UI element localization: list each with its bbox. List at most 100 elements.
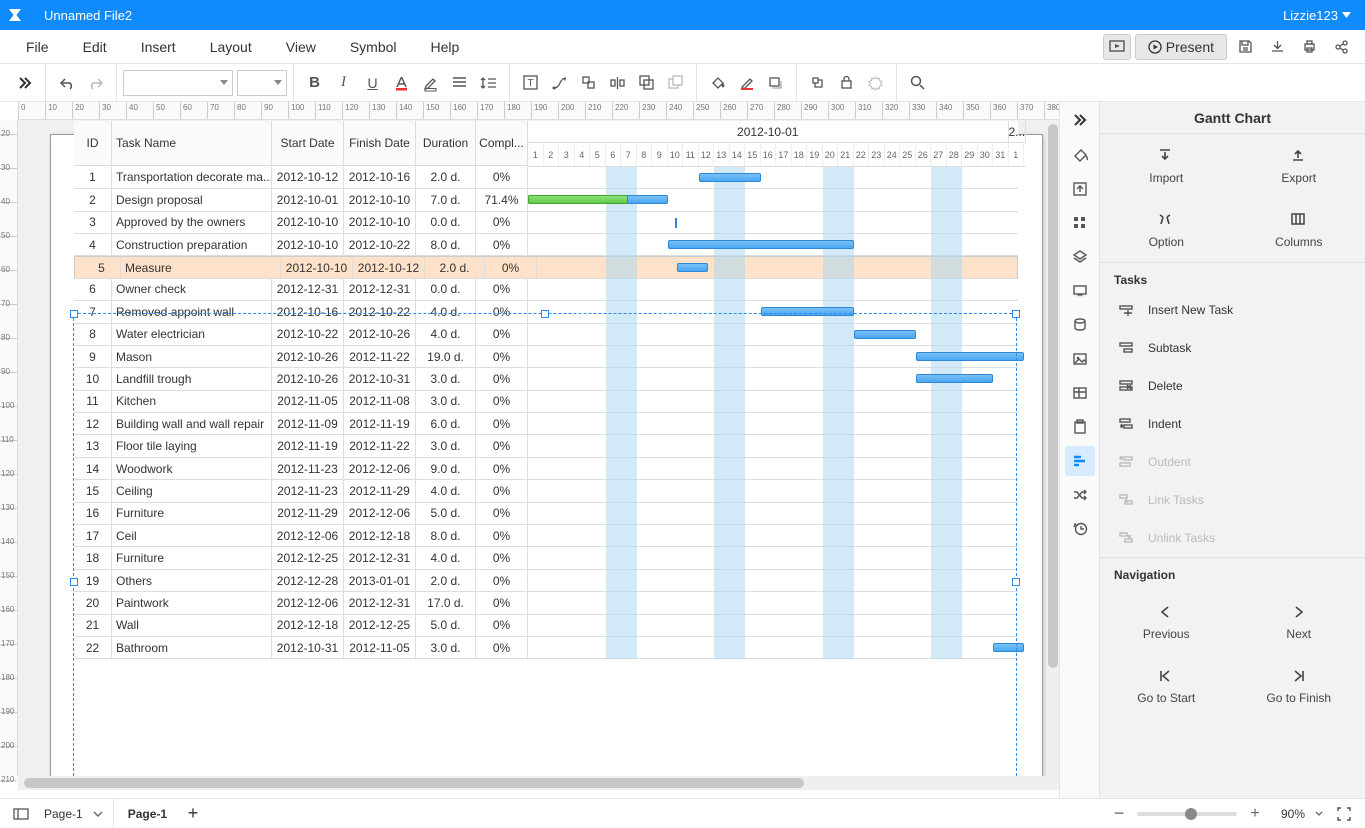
present-button[interactable]: Present (1135, 34, 1227, 60)
menu-view[interactable]: View (274, 35, 328, 59)
gantt-row[interactable]: 14Woodwork2012-11-232012-12-069.0 d.0% (74, 458, 1018, 480)
export-icon[interactable] (1065, 174, 1095, 204)
gantt-row[interactable]: 21Wall2012-12-182012-12-255.0 d.0% (74, 615, 1018, 637)
rp-import[interactable]: Import (1100, 134, 1233, 198)
table-icon[interactable] (1065, 378, 1095, 408)
gantt-row[interactable]: 11Kitchen2012-11-052012-11-083.0 d.0% (74, 391, 1018, 413)
rp-previous[interactable]: Previous (1100, 590, 1233, 654)
gantt-row[interactable]: 5Measure2012-10-102012-10-122.0 d.0% (74, 256, 1018, 278)
gantt-col-header[interactable]: Finish Date (344, 121, 416, 166)
gantt-col-header[interactable]: Duration (416, 121, 476, 166)
layers-icon[interactable] (1065, 242, 1095, 272)
gantt-row[interactable]: 16Furniture2012-11-292012-12-065.0 d.0% (74, 503, 1018, 525)
rp-insert-task[interactable]: Insert New Task (1100, 291, 1365, 329)
rp-next[interactable]: Next (1233, 590, 1365, 654)
gantt-col-header[interactable]: Compl... (476, 121, 528, 166)
gantt-row[interactable]: 10Landfill trough2012-10-262012-10-313.0… (74, 368, 1018, 390)
rp-go-finish[interactable]: Go to Finish (1233, 654, 1365, 718)
align-button[interactable] (445, 68, 474, 97)
gantt-col-header[interactable]: ID (74, 121, 112, 166)
page-list-button[interactable] (8, 799, 34, 828)
horizontal-scrollbar[interactable] (18, 776, 1059, 790)
gantt-row[interactable]: 22Bathroom2012-10-312012-11-053.0 d.0% (74, 637, 1018, 659)
shuffle-icon[interactable] (1065, 480, 1095, 510)
save-button[interactable] (1231, 34, 1259, 60)
image-icon[interactable] (1065, 344, 1095, 374)
underline-button[interactable]: U (358, 68, 387, 97)
rp-option[interactable]: Option (1100, 198, 1233, 262)
textbox-button[interactable]: T (516, 68, 545, 97)
expand-rail-button[interactable] (1065, 108, 1095, 132)
font-size-select[interactable] (237, 70, 287, 96)
line-spacing-button[interactable] (474, 68, 503, 97)
bold-button[interactable]: B (300, 68, 329, 97)
page-tab[interactable]: Page-1 (114, 807, 181, 821)
gantt-row[interactable]: 7Removed appoint wall2012-10-162012-10-2… (74, 301, 1018, 323)
fill-icon[interactable] (1065, 140, 1095, 170)
gantt-row[interactable]: 20Paintwork2012-12-062012-12-3117.0 d.0% (74, 592, 1018, 614)
fullscreen-button[interactable] (1331, 799, 1357, 828)
gantt-icon[interactable] (1065, 446, 1095, 476)
lock-button[interactable] (832, 68, 861, 97)
zoom-in-button[interactable]: + (1245, 799, 1265, 828)
line-style-button[interactable] (732, 68, 761, 97)
gantt-col-header[interactable]: Task Name (112, 121, 272, 166)
connector-button[interactable] (545, 68, 574, 97)
page-selector[interactable]: Page-1 (34, 799, 114, 828)
rp-subtask[interactable]: Subtask (1100, 329, 1365, 367)
zoom-slider[interactable] (1137, 812, 1237, 816)
gantt-row[interactable]: 15Ceiling2012-11-232012-11-294.0 d.0% (74, 480, 1018, 502)
distribute-button[interactable] (603, 68, 632, 97)
gantt-chart[interactable]: IDTask NameStart DateFinish DateDuration… (74, 121, 1018, 659)
gantt-row[interactable]: 18Furniture2012-12-252012-12-314.0 d.0% (74, 547, 1018, 569)
gantt-col-header[interactable]: Start Date (272, 121, 344, 166)
rp-go-start[interactable]: Go to Start (1100, 654, 1233, 718)
gantt-row[interactable]: 19Others2012-12-282013-01-012.0 d.0% (74, 570, 1018, 592)
menu-insert[interactable]: Insert (129, 35, 188, 59)
download-button[interactable] (1263, 34, 1291, 60)
undo-button[interactable] (52, 68, 81, 97)
gantt-row[interactable]: 2Design proposal2012-10-012012-10-107.0 … (74, 189, 1018, 211)
gantt-row[interactable]: 6Owner check2012-12-312012-12-310.0 d.0% (74, 279, 1018, 301)
align-objects-button[interactable] (574, 68, 603, 97)
apps-icon[interactable] (1065, 208, 1095, 238)
font-select[interactable] (123, 70, 233, 96)
presentation-icon[interactable] (1065, 276, 1095, 306)
gantt-row[interactable]: 8Water electrician2012-10-222012-10-264.… (74, 324, 1018, 346)
highlight-button[interactable] (416, 68, 445, 97)
redo-button[interactable] (81, 68, 110, 97)
rp-indent[interactable]: Indent (1100, 405, 1365, 443)
gantt-row[interactable]: 1Transportation decorate ma...2012-10-12… (74, 167, 1018, 189)
gantt-row[interactable]: 13Floor tile laying2012-11-192012-11-223… (74, 435, 1018, 457)
italic-button[interactable]: I (329, 68, 358, 97)
menu-layout[interactable]: Layout (198, 35, 264, 59)
canvas[interactable]: IDTask NameStart DateFinish DateDuration… (18, 120, 1059, 776)
gantt-row[interactable]: 4Construction preparation2012-10-102012-… (74, 234, 1018, 256)
menu-file[interactable]: File (14, 35, 61, 59)
gantt-row[interactable]: 3Approved by the owners2012-10-102012-10… (74, 212, 1018, 234)
share-button[interactable] (1327, 34, 1355, 60)
vertical-scrollbar[interactable] (1046, 120, 1059, 776)
link-button[interactable] (803, 68, 832, 97)
shadow-button[interactable] (761, 68, 790, 97)
rp-export[interactable]: Export (1233, 134, 1365, 198)
menu-edit[interactable]: Edit (71, 35, 119, 59)
gantt-row[interactable]: 17Ceil2012-12-062012-12-188.0 d.0% (74, 525, 1018, 547)
menu-symbol[interactable]: Symbol (338, 35, 409, 59)
user-menu[interactable]: Lizzie123 (1269, 8, 1365, 23)
menu-help[interactable]: Help (419, 35, 472, 59)
arrange-button[interactable] (661, 68, 690, 97)
group-button[interactable] (632, 68, 661, 97)
zoom-out-button[interactable]: − (1109, 799, 1129, 828)
panel-toggle-button[interactable] (10, 68, 39, 97)
history-icon[interactable] (1065, 514, 1095, 544)
database-icon[interactable] (1065, 310, 1095, 340)
settings-button[interactable] (861, 68, 890, 97)
fill-button[interactable] (703, 68, 732, 97)
rp-delete[interactable]: Delete (1100, 367, 1365, 405)
slideshow-button[interactable] (1103, 34, 1131, 60)
page[interactable]: IDTask NameStart DateFinish DateDuration… (50, 134, 1043, 776)
add-page-button[interactable]: + (181, 802, 205, 826)
gantt-row[interactable]: 9Mason2012-10-262012-11-2219.0 d.0% (74, 346, 1018, 368)
clipboard-icon[interactable] (1065, 412, 1095, 442)
